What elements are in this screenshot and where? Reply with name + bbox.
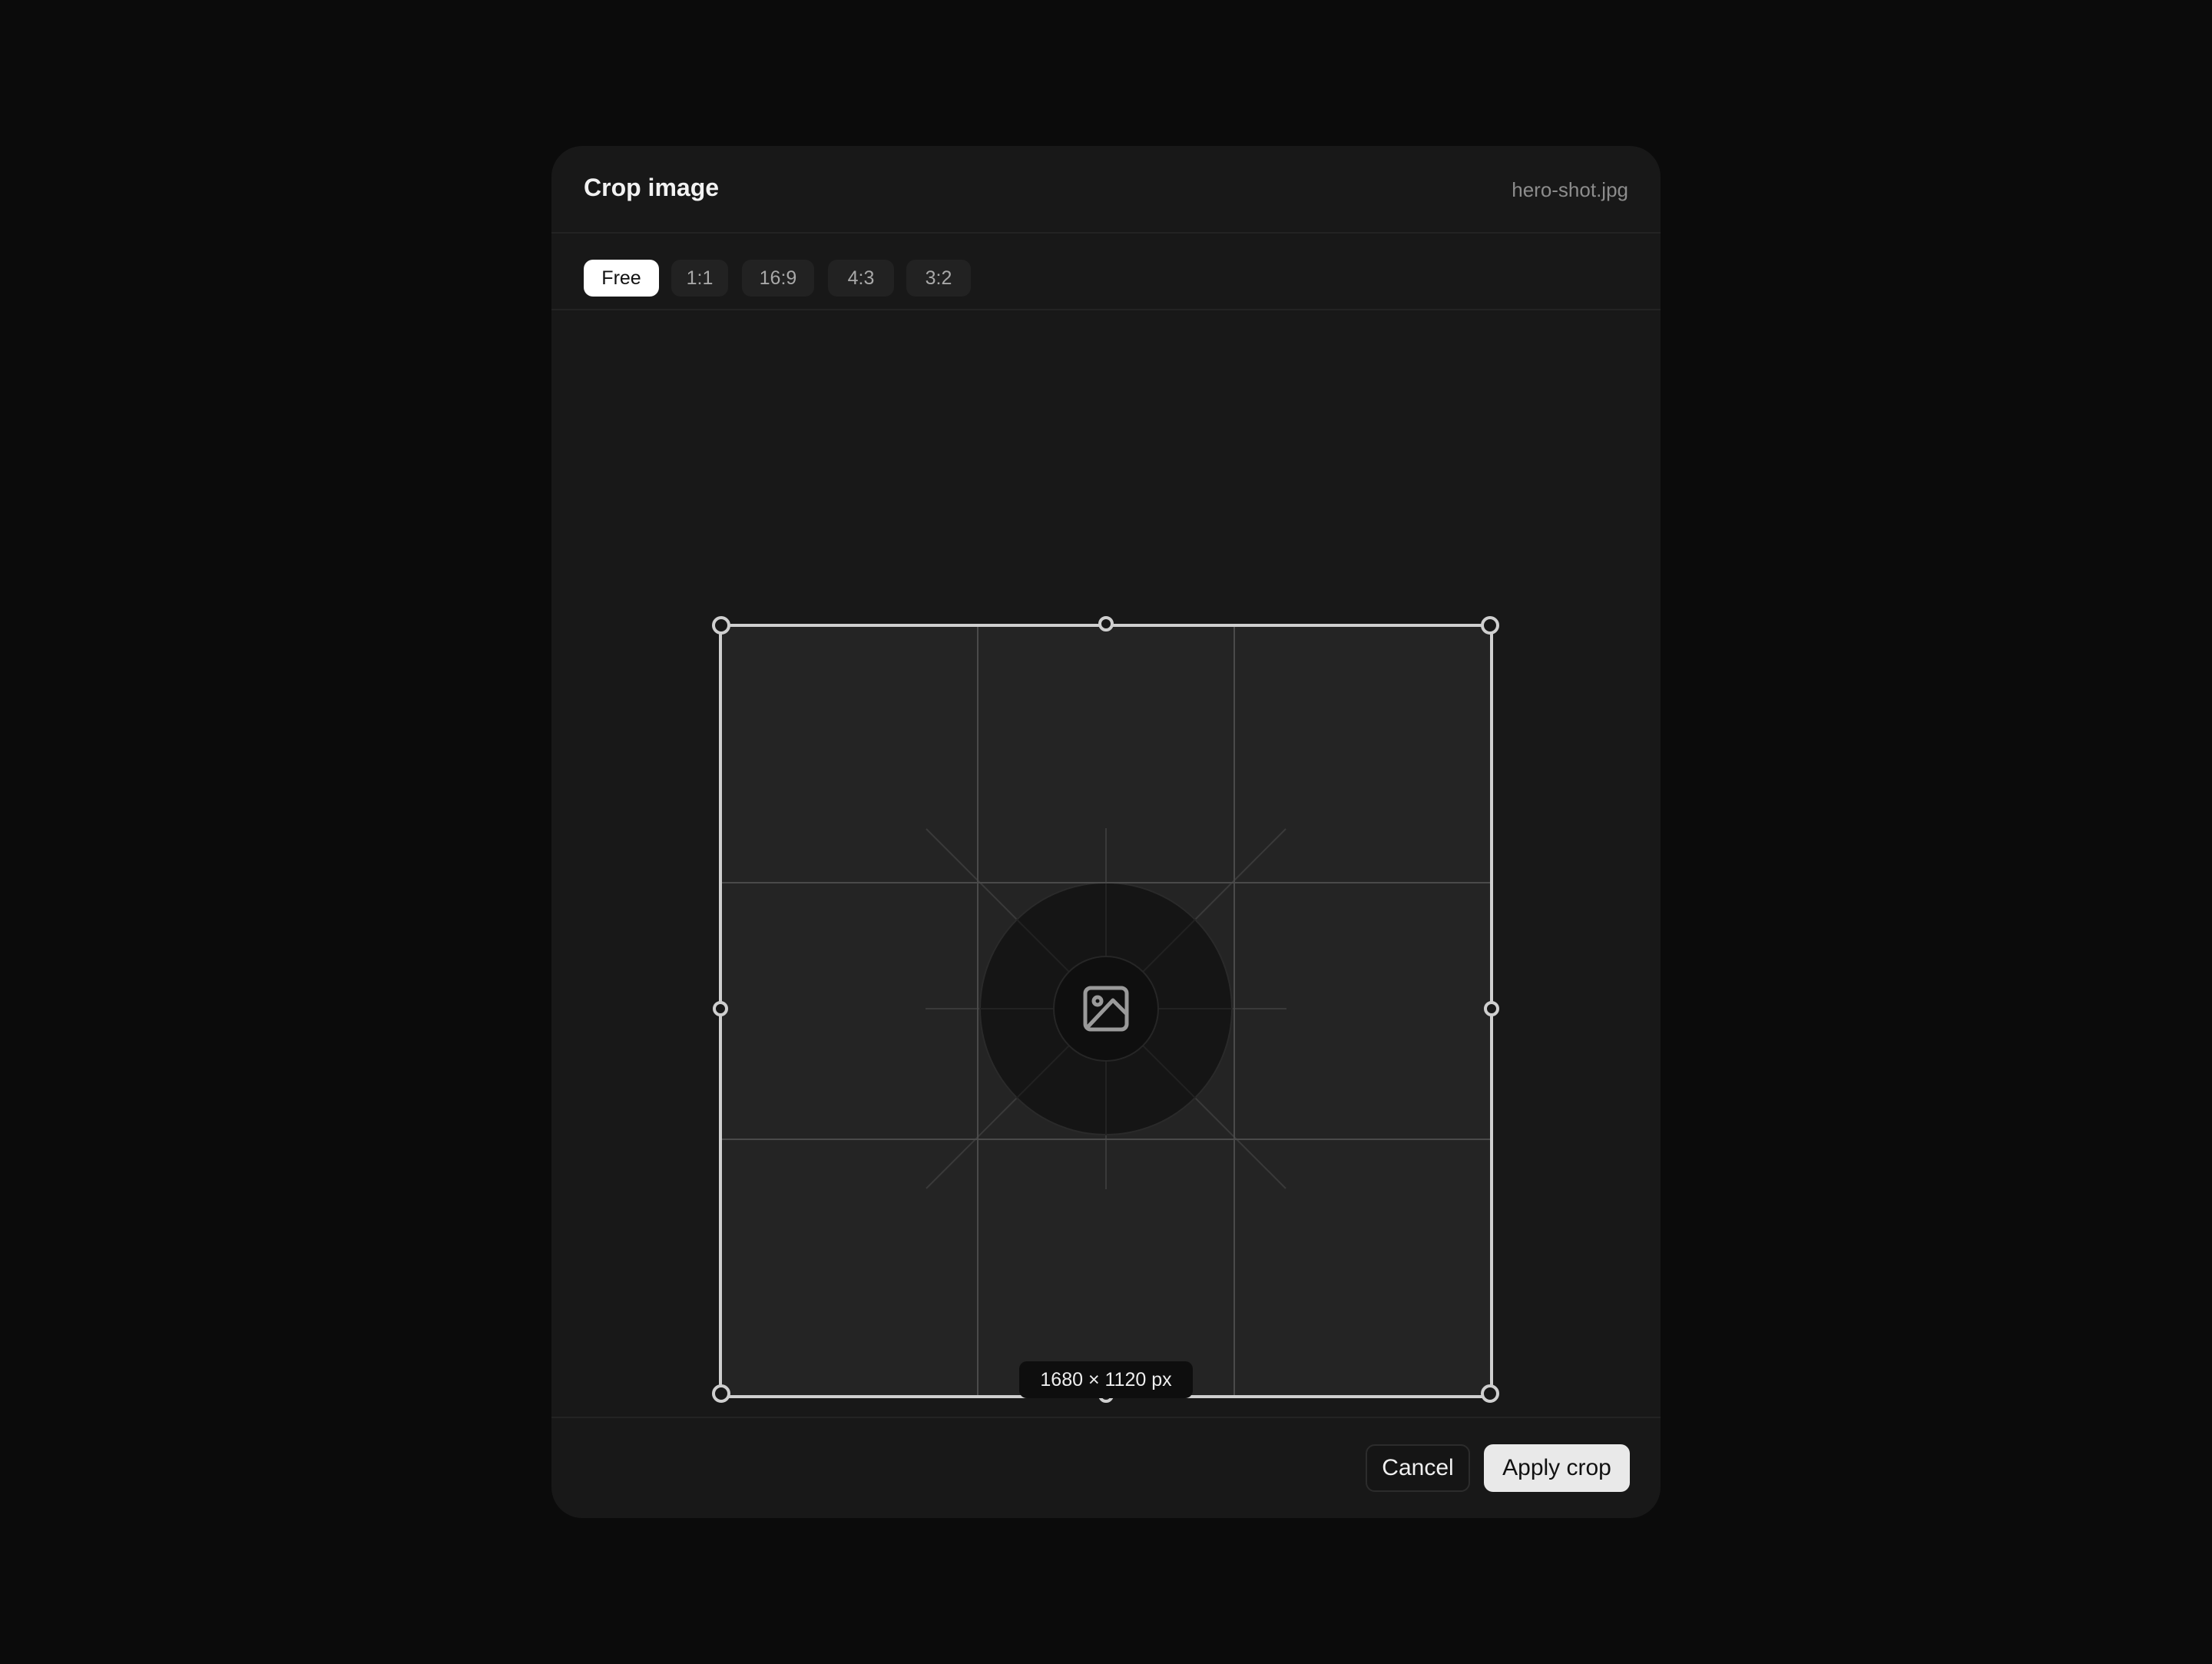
handle-left[interactable] [713,1001,728,1016]
file-name: hero-shot.jpg [1512,178,1628,201]
handle-bottom-left[interactable] [712,1384,730,1403]
crop-dimensions-badge: 1680 × 1120 px [1019,1361,1193,1398]
cancel-button[interactable]: Cancel [1366,1444,1470,1492]
handle-right[interactable] [1484,1001,1499,1016]
crop-dialog: Crop image hero-shot.jpg Free 1:1 16:9 4… [551,146,1661,1518]
ratio-4-3-button[interactable]: 4:3 [828,260,894,297]
handle-top[interactable] [1098,616,1114,631]
dialog-title: Crop image [584,174,720,201]
apply-crop-button[interactable]: Apply crop [1484,1444,1630,1492]
ratio-free-button[interactable]: Free [584,260,659,297]
aspect-ratio-toolbar: Free 1:1 16:9 4:3 3:2 [551,234,1661,310]
handle-top-right[interactable] [1481,616,1499,635]
ratio-1-1-button[interactable]: 1:1 [671,260,728,297]
crop-stage [551,310,1661,1518]
handle-bottom-right[interactable] [1481,1384,1499,1403]
ratio-16-9-button[interactable]: 16:9 [742,260,814,297]
handle-top-left[interactable] [712,616,730,635]
dialog-footer: Cancel Apply crop [551,1417,1661,1518]
ratio-3-2-button[interactable]: 3:2 [906,260,971,297]
crop-canvas [712,616,1499,1403]
dialog-header: Crop image hero-shot.jpg [551,146,1661,234]
